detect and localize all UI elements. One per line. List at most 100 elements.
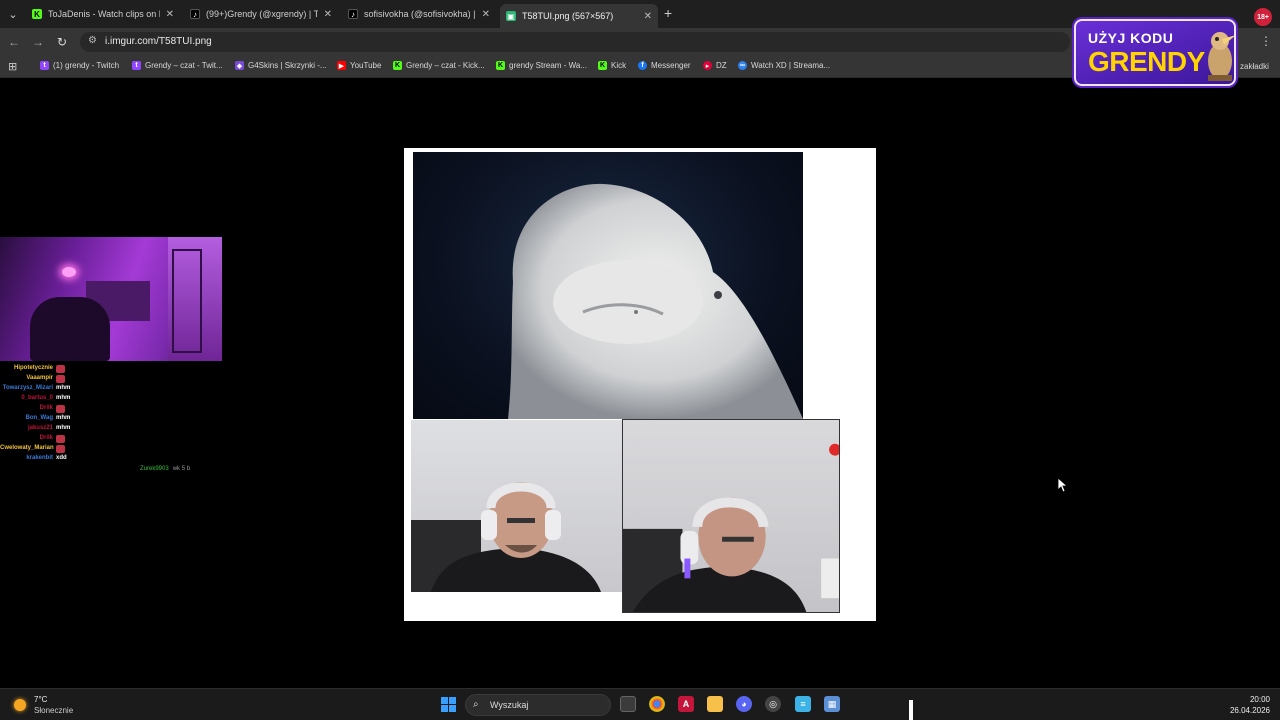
notepad-icon[interactable]: ≡	[795, 696, 811, 712]
beluga-photo	[413, 152, 803, 419]
chat-emote-icon	[56, 445, 65, 453]
chat-emote-icon	[56, 435, 65, 443]
bookmark-label: Grendy – czat - Twit...	[145, 61, 223, 70]
g4skins-icon: ◆	[235, 61, 244, 70]
tab-label: T58TUI.png (567×567)	[522, 11, 614, 21]
gaming-chair	[30, 297, 110, 361]
chat-message: mhm	[56, 415, 71, 421]
youtube-icon: ▶	[337, 61, 346, 70]
tab-tiktok-grendy[interactable]: ♪ (99+)Grendy (@xgrendy) | TikTo ✕	[184, 4, 338, 24]
search-placeholder: Wyszukaj	[490, 700, 529, 710]
bookmark-kick[interactable]: K Kick	[598, 61, 626, 70]
chat-message: mhm	[56, 425, 71, 431]
beluga-whale-image	[508, 183, 803, 419]
dz-icon: ▸	[703, 61, 712, 70]
chat-message-row: Vaaampir	[0, 374, 120, 383]
bookmark-label: (1) grendy - Twitch	[53, 61, 120, 70]
man-with-headphones-image	[411, 482, 601, 592]
tab-search-icon[interactable]: ⌄	[4, 5, 22, 23]
image-icon: ▣	[506, 11, 516, 21]
sun-icon[interactable]	[14, 699, 26, 711]
taskbar-time[interactable]: 20:00	[1222, 695, 1270, 704]
tab-tiktok-sofisivokha[interactable]: ♪ sofisivokha (@sofisivokha) | TikT ✕	[342, 4, 496, 24]
bookmark-grendy-czat-twitch[interactable]: t Grendy – czat - Twit...	[132, 61, 223, 70]
tab-kick-clips[interactable]: K ToJaDenis - Watch clips on Kick ✕	[26, 4, 180, 24]
tiktok-icon: ♪	[348, 9, 358, 19]
tab-imgur-image[interactable]: ▣ T58TUI.png (567×567) ✕	[500, 4, 658, 28]
bookmark-grendy-twitch[interactable]: t (1) grendy - Twitch	[40, 61, 119, 70]
adobe-icon[interactable]: A	[678, 696, 694, 712]
bookmark-youtube[interactable]: ▶ YouTube	[337, 61, 381, 70]
xd-icon: ∞	[738, 61, 747, 70]
chat-message-row: 0_bartus_0 mhm	[0, 394, 120, 403]
calculator-icon[interactable]: ▦	[824, 696, 840, 712]
menu-dots-icon[interactable]: ⋮	[1260, 34, 1272, 48]
weather-temperature[interactable]: 7°C	[34, 695, 47, 704]
webcam-clip-right	[622, 419, 840, 613]
site-info-icon[interactable]: ⚙	[88, 35, 97, 46]
age-restriction-badge: 18+	[1254, 8, 1272, 26]
bookmark-g4skins[interactable]: ◆ G4Skins | Skrzynki -...	[235, 61, 327, 70]
neon-light	[62, 267, 76, 277]
chat-username: jakusz21	[27, 425, 53, 431]
discord-icon[interactable]: ◕	[736, 696, 752, 712]
bookmark-grendy-stream[interactable]: K grendy Stream - Wa...	[496, 61, 587, 70]
bookmark-label: DZ	[716, 61, 727, 70]
tab-label: sofisivokha (@sofisivokha) | TikT	[364, 9, 476, 19]
chat-extra-message: Zurek9903 wk 5 b	[140, 466, 190, 472]
start-button[interactable]	[441, 697, 456, 712]
forward-arrow-icon[interactable]: →	[30, 34, 46, 50]
bookmarks-folder[interactable]: zakładki	[1240, 62, 1269, 71]
chat-username: 0_bartus_0	[21, 395, 53, 401]
chat-emote-icon	[56, 375, 65, 383]
bookmark-label: Watch XD | Streama...	[751, 61, 831, 70]
tiktok-icon: ♪	[190, 9, 200, 19]
chat-message: mhm	[56, 385, 71, 391]
man-with-headphones-image	[623, 443, 839, 612]
search-icon: ⌕	[473, 699, 479, 710]
close-icon[interactable]: ✕	[482, 9, 490, 20]
file-explorer-icon[interactable]	[707, 696, 723, 712]
mascot-illustration	[1208, 32, 1234, 81]
bookmark-label: grendy Stream - Wa...	[509, 61, 587, 70]
taskbar-search[interactable]: ⌕ Wyszukaj	[465, 694, 611, 716]
bookmark-label: Kick	[611, 61, 627, 70]
promo-code: GRENDY	[1088, 46, 1205, 77]
new-tab-button[interactable]: +	[664, 5, 672, 21]
chat-message-row: Cwelowaty_Marian	[0, 444, 120, 453]
stream-webcam-overlay	[0, 237, 222, 361]
apps-grid-icon[interactable]: ⊞	[8, 60, 17, 73]
reload-icon[interactable]: ↻	[54, 34, 70, 50]
close-icon[interactable]: ✕	[644, 11, 652, 22]
task-view-icon[interactable]	[620, 696, 636, 712]
url-text[interactable]: i.imgur.com/T58TUI.png	[105, 36, 212, 47]
chat-username: Vaaampir	[26, 375, 53, 381]
tab-label: ToJaDenis - Watch clips on Kick	[48, 9, 160, 19]
address-bar[interactable]: ⚙ i.imgur.com/T58TUI.png	[80, 32, 1070, 52]
bookmark-dz[interactable]: ▸ DZ	[703, 61, 727, 70]
twitch-icon: t	[132, 61, 141, 70]
tab-label: (99+)Grendy (@xgrendy) | TikTo	[206, 9, 318, 19]
messenger-icon: f	[638, 61, 647, 70]
kick-icon: K	[393, 61, 402, 70]
room-door	[172, 249, 202, 353]
screen: ⌄ K ToJaDenis - Watch clips on Kick ✕ ♪ …	[0, 0, 1280, 720]
close-icon[interactable]: ✕	[324, 9, 332, 20]
weather-condition[interactable]: Słonecznie	[34, 706, 73, 715]
windows-taskbar: 7°C Słonecznie ⌕ Wyszukaj A ◕ ◎ ≡ ▦ 20:0…	[0, 688, 1280, 720]
close-icon[interactable]: ✕	[166, 9, 174, 20]
bookmark-watch-xd[interactable]: ∞ Watch XD | Streama...	[738, 61, 830, 70]
chat-username: Zurek9903	[140, 466, 169, 472]
taskbar-date[interactable]: 26.04.2026	[1222, 706, 1270, 715]
bookmark-grendy-czat-kick[interactable]: K Grendy – czat - Kick...	[393, 61, 485, 70]
bookmark-label: YouTube	[350, 61, 382, 70]
chat-username: Cwelowaty_Marian	[0, 445, 54, 451]
back-arrow-icon[interactable]: ←	[6, 34, 22, 50]
chrome-icon[interactable]	[649, 696, 665, 712]
white-bar-indicator	[909, 700, 913, 720]
chat-message: xdd	[56, 455, 67, 461]
steam-icon[interactable]: ◎	[765, 696, 781, 712]
chat-username: Bon_Wag	[25, 415, 53, 421]
bookmark-messenger[interactable]: f Messenger	[638, 61, 691, 70]
chat-username: krakenbit	[26, 455, 53, 461]
